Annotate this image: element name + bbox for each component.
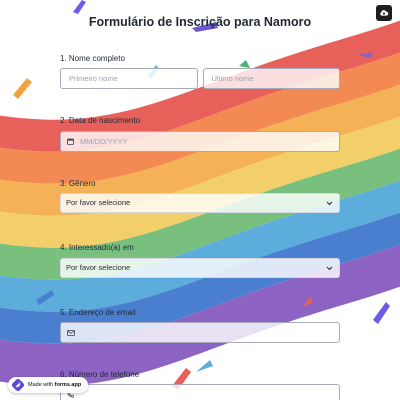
field-label: 3. Gênero — [60, 179, 96, 188]
field-label: 5. Endereço de email — [60, 308, 136, 317]
phone-field: 6. Número de telefone — [60, 370, 340, 400]
field-label: 6. Número de telefone — [60, 370, 140, 379]
field-label: 1. Nome completo — [60, 54, 125, 63]
field-label: 4. Interessado(a) em — [60, 243, 134, 252]
save-progress-button[interactable] — [376, 5, 392, 21]
email-input[interactable] — [60, 322, 340, 343]
email-field: 5. Endereço de email — [60, 308, 340, 343]
last-name-input[interactable]: Último nome — [202, 68, 340, 89]
full-name-field: 1. Nome completo Primeiro nome Último no… — [60, 54, 340, 89]
interested-in-select-value: Por favor selecione — [66, 263, 131, 272]
interested-in-select[interactable]: Por favor selecione — [60, 258, 340, 278]
envelope-icon — [67, 329, 75, 336]
made-with-badge[interactable]: Made with forms.app — [8, 377, 88, 393]
calendar-icon — [67, 138, 74, 145]
badge-prefix: Made with — [28, 382, 55, 388]
birthdate-placeholder: MM/DD/YYYY — [80, 137, 128, 146]
forms-app-logo-icon — [12, 379, 24, 391]
gender-select[interactable]: Por favor selecione — [60, 193, 340, 213]
cloud-save-icon — [380, 10, 389, 16]
badge-brand: forms.app — [54, 382, 82, 388]
birthdate-input[interactable]: MM/DD/YYYY — [60, 131, 340, 152]
first-name-input[interactable]: Primeiro nome — [60, 68, 198, 89]
field-label: 2. Data de nascimento — [60, 116, 141, 125]
phone-input[interactable] — [60, 384, 340, 400]
gender-select-value: Por favor selecione — [66, 198, 131, 207]
chevron-down-icon — [326, 201, 333, 205]
interested-in-field: 4. Interessado(a) em Por favor selecione — [60, 243, 340, 278]
gender-field: 3. Gênero Por favor selecione — [60, 179, 340, 213]
chevron-down-icon — [326, 266, 333, 270]
form-title: Formulário de Inscrição para Namoro — [88, 15, 312, 29]
birthdate-field: 2. Data de nascimento MM/DD/YYYY — [60, 116, 340, 152]
